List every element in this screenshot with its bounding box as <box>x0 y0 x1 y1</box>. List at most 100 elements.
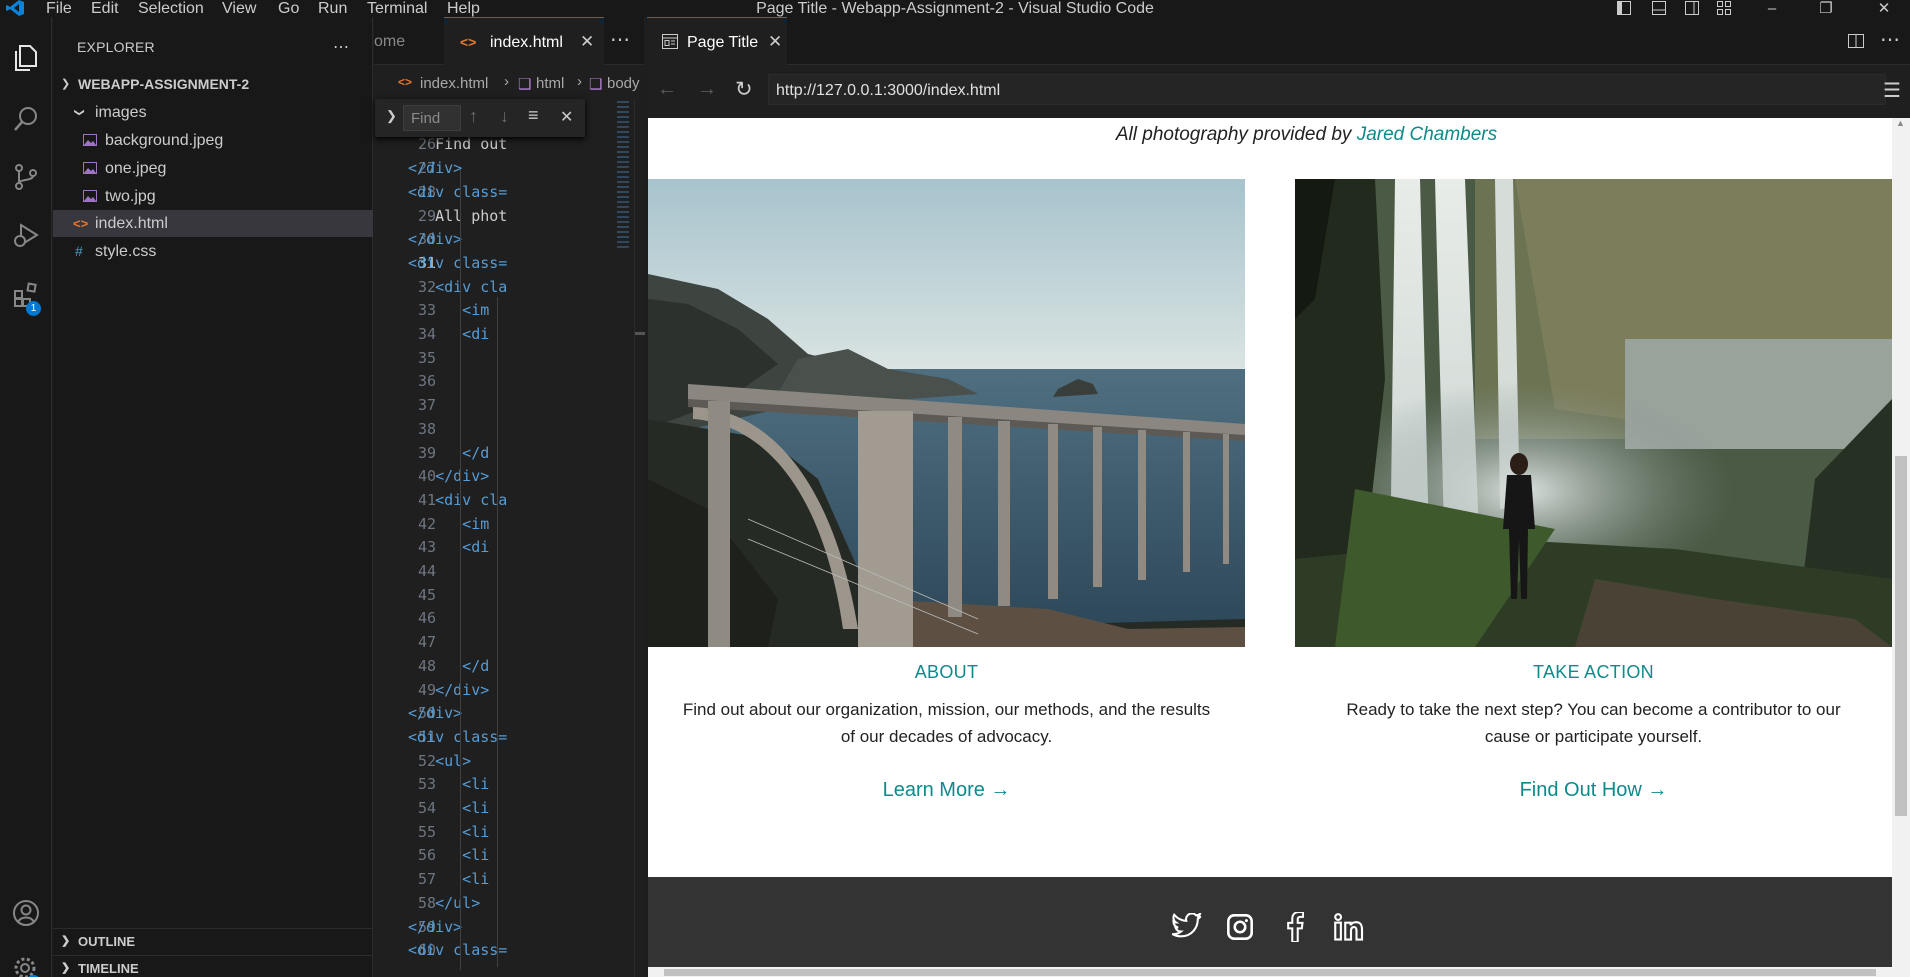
toggle-panel-icon[interactable] <box>1651 0 1667 16</box>
find-out-how-link[interactable]: Find Out How → <box>1295 779 1892 802</box>
menu-terminal[interactable]: Terminal <box>367 0 427 17</box>
line-number: 46 <box>417 609 436 628</box>
code-lines: 26 27 28 29 30 31 32 33 34 35 36 37 38 39 40 41 42 43 44 45… <box>374 99 622 977</box>
timeline-section[interactable]: ❯ TIMELINE <box>53 955 373 977</box>
tree-file-style[interactable]: # style.css <box>53 238 373 265</box>
forward-arrow-icon[interactable]: → <box>697 78 717 101</box>
code-line: </div> <box>408 230 463 249</box>
breadcrumb-item[interactable]: index.html <box>420 75 488 92</box>
tab-page-title[interactable]: Page Title ✕ <box>647 17 787 65</box>
code-line: </d <box>408 443 490 462</box>
toggle-secondary-sidebar-icon[interactable] <box>1684 0 1700 16</box>
menu-edit[interactable]: Edit <box>91 0 119 17</box>
search-icon[interactable] <box>0 95 52 143</box>
code-line: All phot <box>408 206 508 225</box>
facebook-icon[interactable] <box>1286 912 1304 942</box>
learn-more-link[interactable]: Learn More → <box>648 779 1245 802</box>
menu-file[interactable]: File <box>46 0 72 17</box>
back-arrow-icon[interactable]: ← <box>657 78 677 101</box>
code-line: <li <box>408 822 490 841</box>
code-line: </ul> <box>408 893 481 912</box>
previous-match-icon[interactable]: ↑ <box>469 106 478 127</box>
editor-scrollbar[interactable] <box>634 99 645 977</box>
menu-icon[interactable]: ☰ <box>1883 78 1901 103</box>
find-in-selection-icon[interactable]: ≡ <box>528 105 539 126</box>
close-tab-icon[interactable]: ✕ <box>580 32 594 52</box>
card-body-take-action: Ready to take the next step? You can bec… <box>1346 700 1841 746</box>
code-line: <li <box>408 799 490 817</box>
tree-file-two[interactable]: two.jpg <box>53 183 373 210</box>
tab-label: ome <box>374 33 406 50</box>
code-line: </d <box>408 656 490 675</box>
instagram-icon[interactable] <box>1226 913 1254 941</box>
credit-link[interactable]: Jared Chambers <box>1357 124 1497 145</box>
indent-guide <box>460 170 461 970</box>
tree-file-index[interactable]: <> index.html <box>53 210 373 237</box>
code-line: <li <box>408 870 490 889</box>
waterfall-photo <box>1295 179 1892 647</box>
find-input[interactable]: Find <box>403 105 461 131</box>
split-editor-icon[interactable] <box>1848 33 1864 49</box>
browser-preview-icon <box>662 34 678 49</box>
reload-icon[interactable]: ↻ <box>735 77 753 102</box>
card-title-take-action: TAKE ACTION <box>1533 662 1654 682</box>
chevron-down-icon: ❯ <box>73 108 85 117</box>
html-file-icon: <> <box>398 75 413 89</box>
breadcrumb-item[interactable]: html <box>536 75 564 92</box>
project-root[interactable]: ❯ WEBAPP-ASSIGNMENT-2 <box>53 71 373 98</box>
more-actions-icon[interactable]: ⋯ <box>333 37 350 57</box>
tree-item-label: two.jpg <box>105 188 156 205</box>
extensions-icon[interactable]: 1 <box>0 271 52 319</box>
vscode-window: File Edit Selection View Go Run Terminal… <box>0 0 1910 977</box>
menu-selection[interactable]: Selection <box>138 0 204 17</box>
close-find-icon[interactable]: ✕ <box>560 107 573 127</box>
minimize-icon[interactable]: – <box>1752 0 1792 17</box>
breadcrumb-item[interactable]: body <box>607 75 640 92</box>
customize-layout-icon[interactable] <box>1716 0 1732 16</box>
menu-run[interactable]: Run <box>318 0 347 17</box>
menu-go[interactable]: Go <box>278 0 299 17</box>
tab-label: index.html <box>490 34 563 51</box>
tab-welcome[interactable]: ome <box>374 17 444 65</box>
toggle-sidebar-icon[interactable] <box>1616 0 1632 16</box>
preview-horizontal-scrollbar[interactable] <box>648 967 1892 977</box>
accounts-icon[interactable] <box>0 889 52 937</box>
tree-item-label: background.jpeg <box>105 132 224 149</box>
tree-file-one[interactable]: one.jpeg <box>53 155 373 182</box>
title-bar: File Edit Selection View Go Run Terminal… <box>0 0 1910 17</box>
tab-index-html[interactable]: <> index.html ✕ <box>444 17 604 65</box>
chevron-right-icon: ❯ <box>61 935 71 947</box>
next-match-icon[interactable]: ↓ <box>500 106 509 127</box>
line-number: 37 <box>417 396 436 415</box>
explorer-header: EXPLORER <box>77 39 155 55</box>
tree-file-background[interactable]: background.jpeg <box>53 127 373 154</box>
css-file-icon: # <box>75 243 83 259</box>
code-line: <div cla <box>408 277 508 296</box>
restore-icon[interactable]: ❐ <box>1806 0 1846 17</box>
toggle-replace-icon[interactable]: ❯ <box>386 108 397 124</box>
menu-view[interactable]: View <box>222 0 256 17</box>
source-control-icon[interactable] <box>0 153 52 201</box>
image-file-icon <box>83 162 97 174</box>
code-line: <div cla <box>408 490 508 509</box>
run-debug-icon[interactable] <box>0 211 52 259</box>
url-input[interactable]: http://127.0.0.1:3000/index.html <box>768 74 1886 105</box>
preview-vertical-scrollbar[interactable]: ▲ <box>1892 118 1910 977</box>
close-tab-icon[interactable]: ✕ <box>768 32 782 52</box>
explorer-activity-icon[interactable] <box>0 33 52 81</box>
close-window-icon[interactable]: ✕ <box>1864 0 1904 17</box>
chevron-right-icon: › <box>577 73 582 90</box>
menu-help[interactable]: Help <box>447 0 480 17</box>
manage-gear-icon[interactable]: 1 <box>0 945 52 977</box>
twitter-icon[interactable] <box>1171 913 1202 939</box>
line-number: 35 <box>417 348 436 367</box>
linkedin-icon[interactable] <box>1334 913 1364 941</box>
more-actions-icon[interactable]: ⋯ <box>1880 27 1900 52</box>
minimap[interactable] <box>615 99 632 259</box>
tree-item-label: style.css <box>95 243 157 260</box>
outline-section[interactable]: ❯ OUTLINE <box>53 928 373 955</box>
more-actions-icon[interactable]: ⋯ <box>610 27 630 52</box>
tree-folder-images[interactable]: ❯ images <box>53 99 373 126</box>
code-line: </div> <box>408 159 463 178</box>
code-line: </div> <box>408 704 463 723</box>
